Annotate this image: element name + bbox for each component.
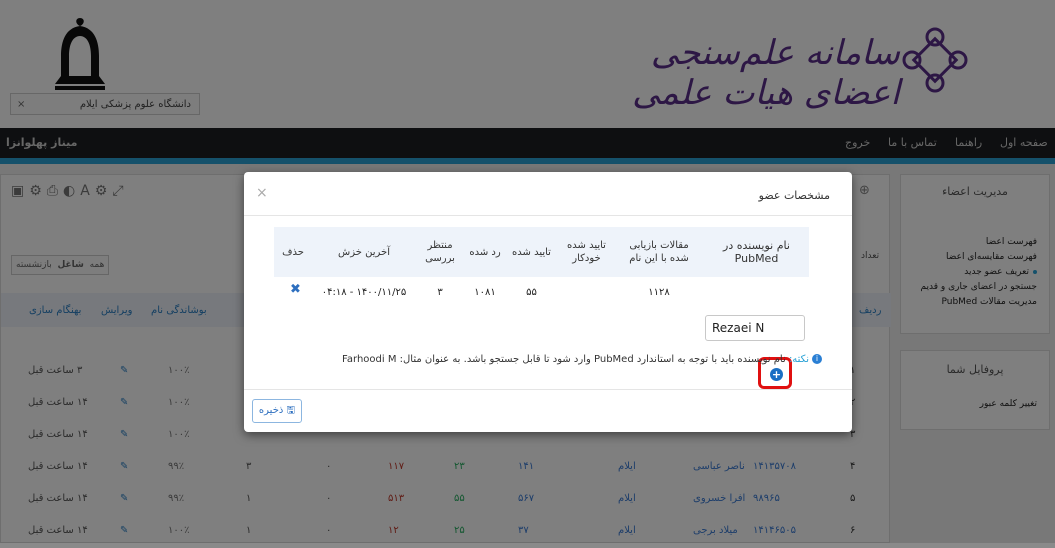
cell-confirmed: ۵۵ [526,287,537,298]
save-icon: 🖫 [286,405,296,416]
cell-pending: ۳ [437,287,443,298]
modal-title: مشخصات عضو [758,189,830,202]
member-details-modal: × مشخصات عضو نام نویسنده در PubMed مقالا… [244,172,852,432]
cell-last-crawl: ۱۴۰۰/۱۱/۲۵ - ۰۴:۱۸ [321,287,407,298]
modal-footer-divider [244,389,852,390]
page: دانشگاه علوم پزشکی ایلام × سامانه علم‌سن… [0,0,1055,543]
save-label: ذخیره [258,405,284,416]
add-icon[interactable]: + [770,368,783,381]
col-delete: حذف [282,246,304,258]
note-label: نکته: [788,354,809,365]
info-icon: i [812,354,822,364]
pubmed-note: iنکته: نام نویسنده باید با توجه به استان… [342,354,822,365]
cell-rejected: ۱۰۸۱ [474,287,496,298]
delete-icon[interactable]: ✖ [290,282,301,297]
note-text: نام نویسنده باید با توجه به استاندارد Pu… [342,354,786,365]
col-pubmed-name: نام نویسنده در PubMed [723,239,790,265]
save-button[interactable]: 🖫 ذخیره [252,399,302,423]
pubmed-table-header: نام نویسنده در PubMed مقالات بازیابی شده… [274,227,809,277]
col-auto-confirmed: تایید شده خودکار [567,240,606,264]
pubmed-names-table: نام نویسنده در PubMed مقالات بازیابی شده… [274,227,809,298]
col-rejected: رد شده [469,246,501,258]
pubmed-name-input[interactable] [705,315,805,341]
modal-divider [244,215,852,216]
close-icon[interactable]: × [256,185,268,201]
col-pending: منتظر بررسی [425,240,455,264]
col-articles: مقالات بازیابی شده با این نام [629,240,689,264]
col-last-crawl: آخرین خزش [338,246,390,258]
col-confirmed: تایید شده [512,246,551,258]
cell-articles: ۱۱۲۸ [648,287,670,298]
